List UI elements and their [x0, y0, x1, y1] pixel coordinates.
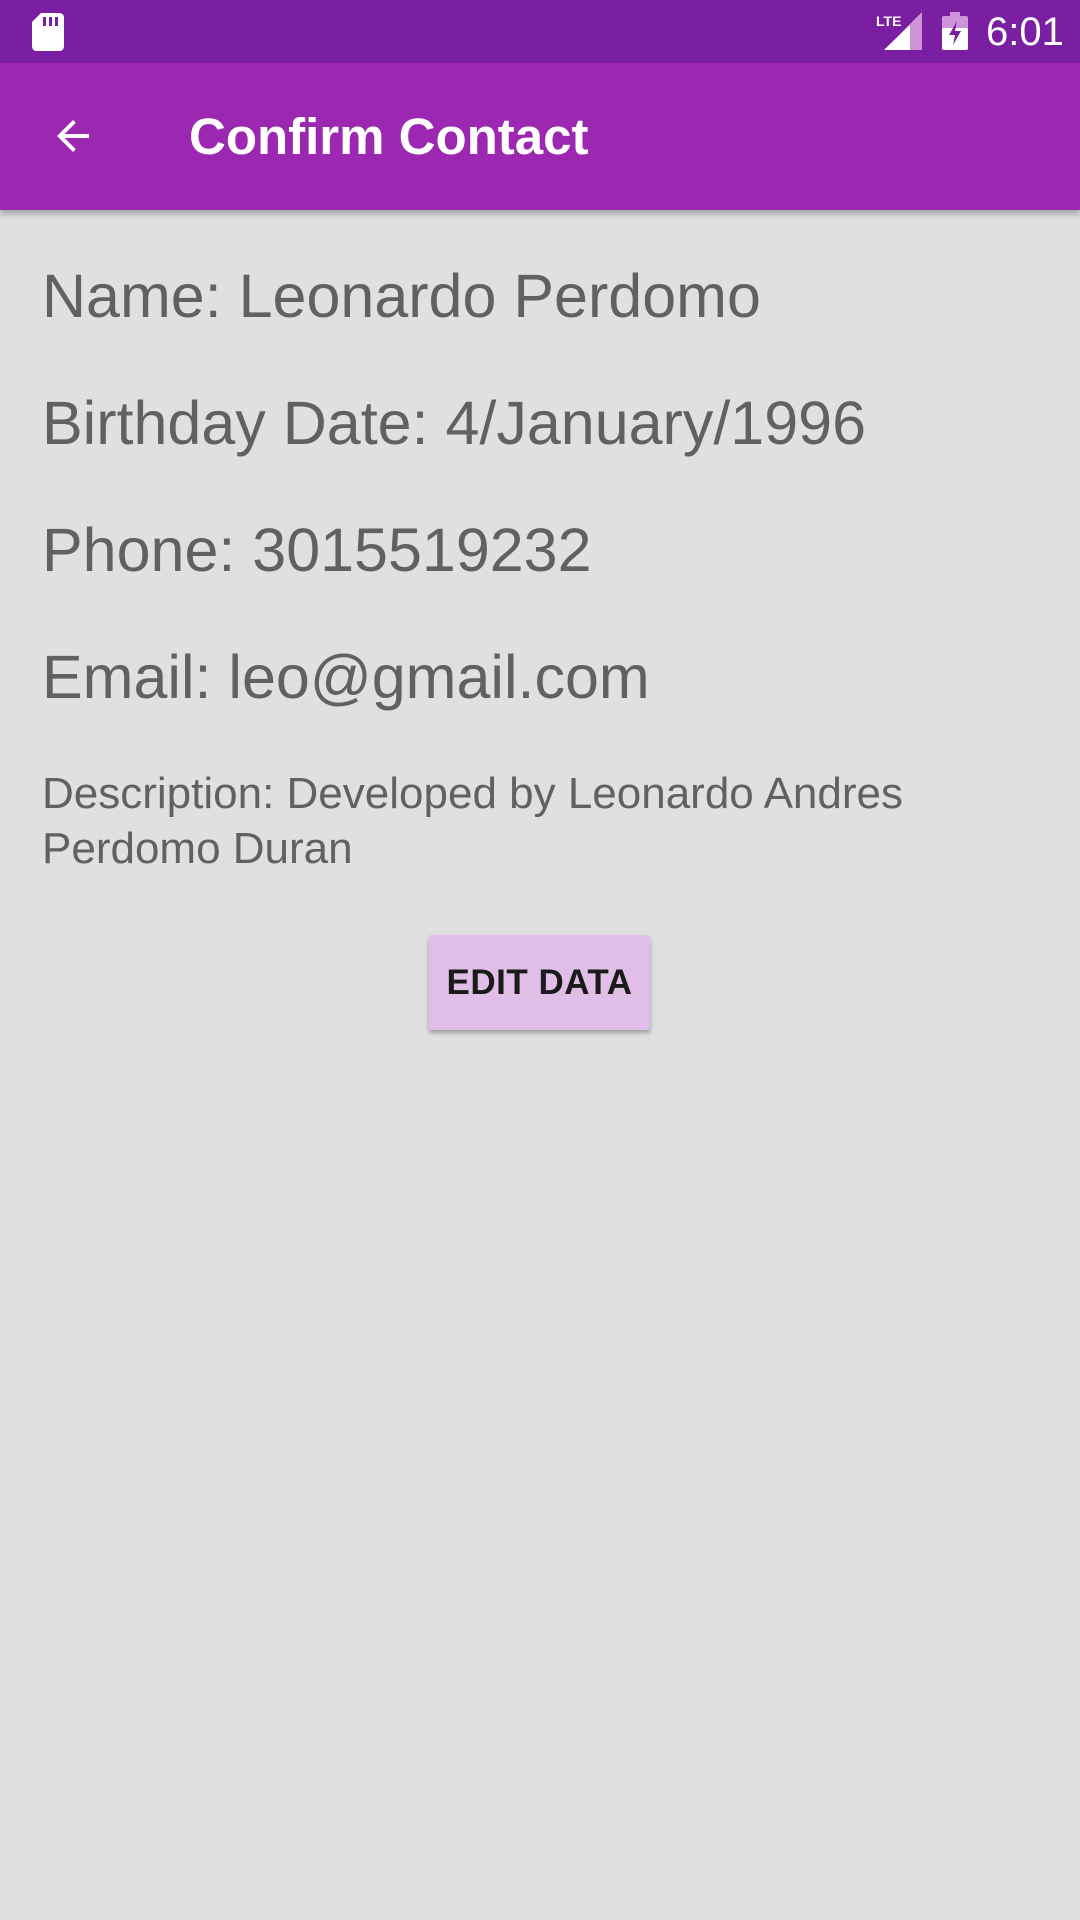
contact-email: Email: leo@gmail.com — [42, 643, 650, 711]
lte-label: LTE — [876, 13, 901, 29]
contact-description: Description: Developed by Leonardo Andre… — [42, 769, 903, 873]
page-title: Confirm Contact — [189, 108, 589, 165]
sd-card-icon — [32, 13, 64, 51]
arrow-back-icon — [57, 120, 89, 152]
battery-charging-icon — [942, 12, 968, 50]
status-time: 6:01 — [986, 10, 1064, 54]
back-button[interactable] — [30, 93, 116, 179]
status-bar: LTE 6:01 — [0, 0, 1080, 63]
confirm-contact-screen: LTE 6:01 Confirm Contact Name: Leonardo … — [0, 0, 1080, 1920]
contact-name: Name: Leonardo Perdomo — [42, 262, 761, 330]
contact-phone: Phone: 3015519232 — [42, 516, 592, 584]
lte-signal-icon: LTE — [876, 12, 922, 50]
edit-data-button[interactable]: EDIT DATA — [429, 935, 650, 1030]
app-bar: Confirm Contact — [0, 63, 1080, 210]
contact-birthday: Birthday Date: 4/January/1996 — [42, 389, 867, 457]
